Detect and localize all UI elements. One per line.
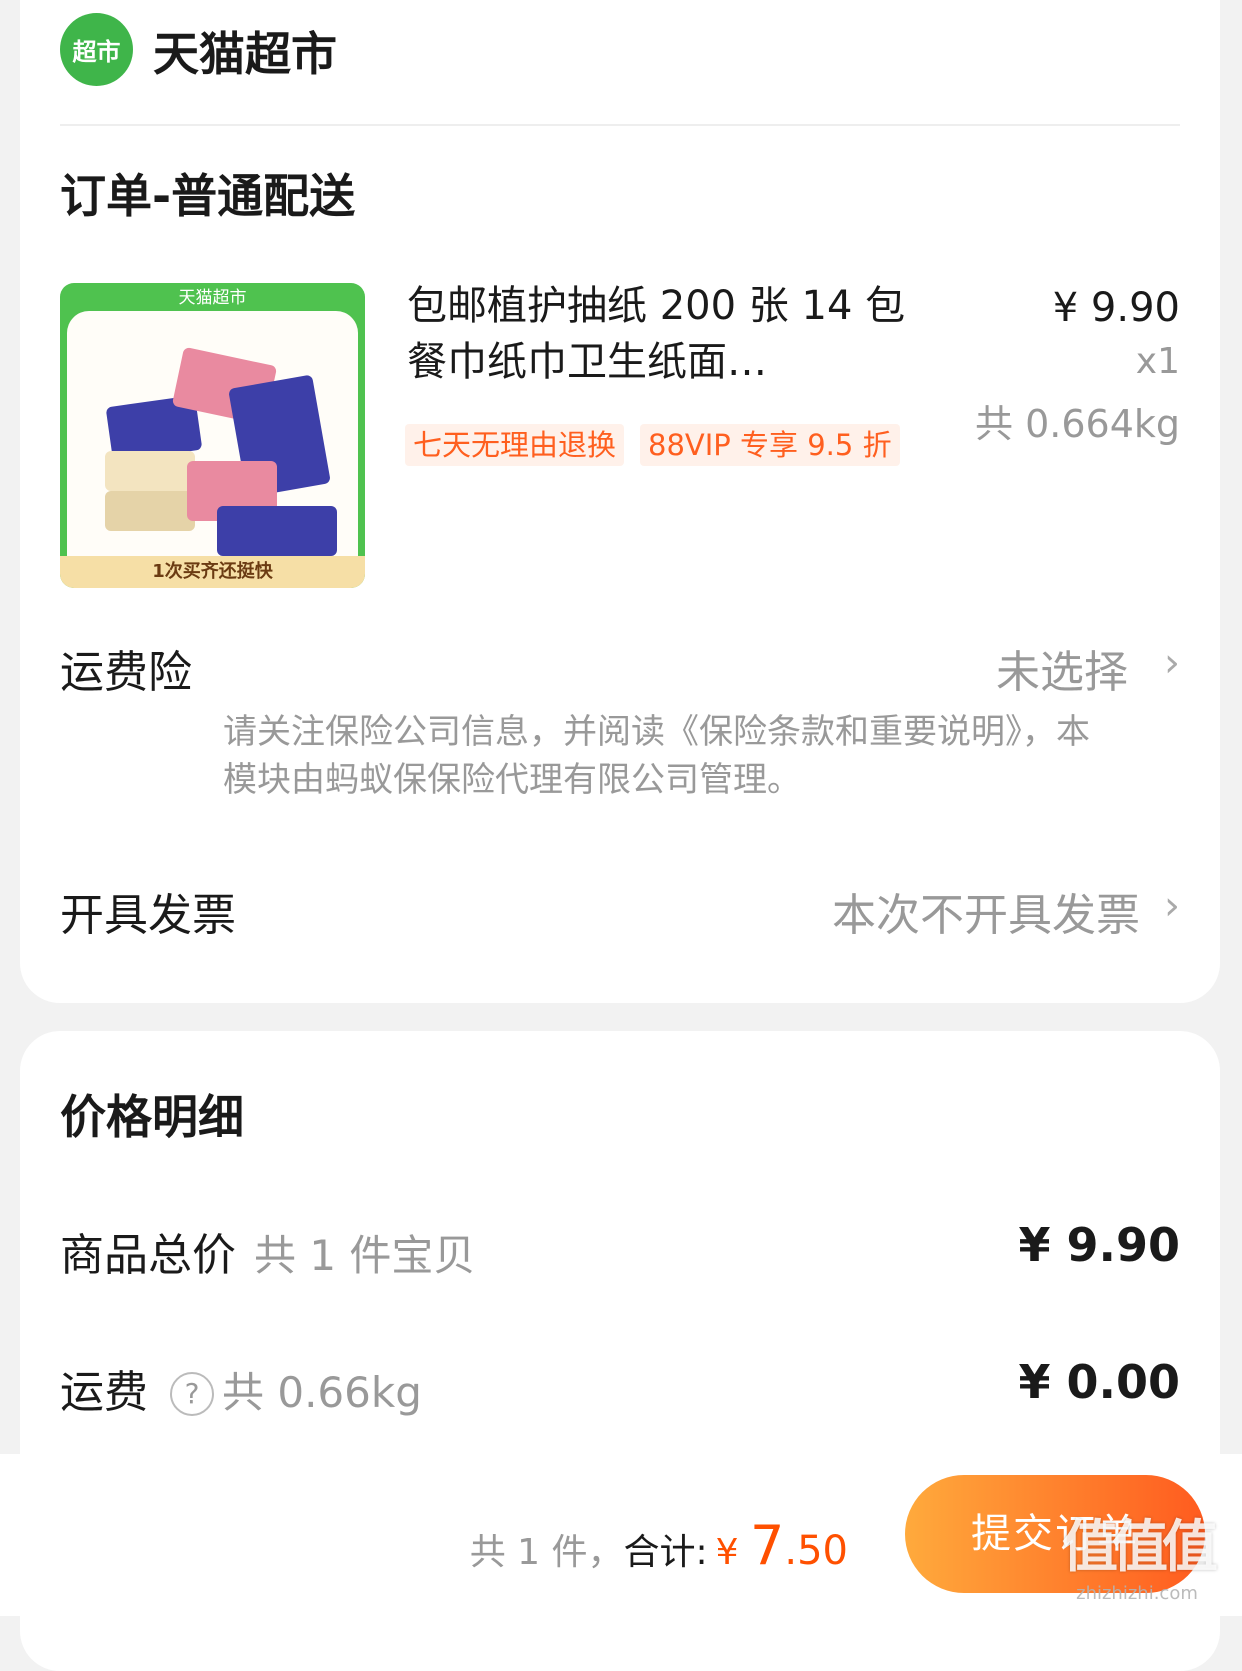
help-circle-icon[interactable]: ? bbox=[170, 1372, 214, 1416]
total-label: 合计: bbox=[623, 1532, 708, 1573]
tag-return-policy[interactable]: 七天无理由退换 bbox=[405, 424, 625, 466]
tissue-pack bbox=[105, 451, 195, 491]
bottom-bar: 共 1 件，合计: ¥ 7.50 提交订单 值值值 zhizhizhi.com bbox=[0, 1454, 1242, 1616]
shipping-weight: 共 0.66kg bbox=[222, 1368, 422, 1417]
order-section-title: 订单-普通配送 bbox=[60, 169, 356, 223]
total-amount-integer: 7 bbox=[750, 1514, 785, 1577]
goods-total-label: 商品总价 bbox=[60, 1230, 236, 1281]
product-title[interactable]: 包邮植护抽纸 200 张 14 包餐巾纸巾卫生纸面… bbox=[407, 278, 912, 390]
goods-count: 共 1 件宝贝 bbox=[254, 1231, 476, 1280]
chevron-right-icon[interactable]: › bbox=[1164, 883, 1180, 929]
item-count: 共 1 件， bbox=[469, 1532, 624, 1573]
shop-name[interactable]: 天猫超市 bbox=[153, 18, 337, 84]
tissue-pack bbox=[105, 491, 195, 531]
order-card: 超市 天猫超市 订单-普通配送 天猫超市 1次买齐还挺快 包邮植护抽纸 200 … bbox=[20, 0, 1220, 1003]
order-summary: 共 1 件，合计: ¥ 7.50 bbox=[470, 1514, 848, 1577]
tag-88vip[interactable]: 88VIP 专享 9.5 折 bbox=[640, 424, 900, 466]
price-detail-title: 价格明细 bbox=[60, 1090, 244, 1144]
tissue-pack bbox=[217, 506, 337, 556]
invoice-label[interactable]: 开具发票 bbox=[60, 879, 236, 943]
quantity: x1 bbox=[1135, 341, 1180, 382]
product-image-banner-bottom: 1次买齐还挺快 bbox=[60, 556, 365, 588]
goods-total-value: ¥ 9.90 bbox=[1018, 1218, 1180, 1272]
product-weight: 共 0.664kg bbox=[975, 402, 1180, 446]
product-tags: 七天无理由退换 88VIP 专享 9.5 折 bbox=[405, 424, 940, 466]
insurance-notice[interactable]: 请关注保险公司信息，并阅读《保险条款和重要说明》，本模块由蚂蚁保保险代理有限公司… bbox=[223, 708, 1123, 804]
watermark-logo: 值值值 bbox=[1062, 1515, 1218, 1580]
divider bbox=[60, 124, 1180, 126]
chevron-right-icon[interactable]: › bbox=[1164, 640, 1180, 686]
watermark: 值值值 zhizhizhi.com bbox=[1062, 1502, 1218, 1604]
shipping-insurance-label[interactable]: 运费险 bbox=[60, 636, 192, 700]
total-amount-decimal: .50 bbox=[784, 1528, 848, 1574]
shipping-fee-value: ¥ 0.00 bbox=[1018, 1355, 1180, 1409]
invoice-value[interactable]: 本次不开具发票 bbox=[832, 879, 1140, 943]
shipping-insurance-value[interactable]: 未选择 bbox=[996, 636, 1128, 700]
shop-logo[interactable]: 超市 bbox=[60, 13, 133, 86]
watermark-url: zhizhizhi.com bbox=[1076, 1583, 1198, 1604]
product-image[interactable]: 天猫超市 1次买齐还挺快 bbox=[60, 283, 365, 588]
goods-total-row: 商品总价共 1 件宝贝 bbox=[60, 1219, 475, 1283]
unit-price: ¥ 9.90 bbox=[1052, 285, 1180, 331]
shipping-fee-row: 运费? 共 0.66kg bbox=[60, 1356, 422, 1420]
shipping-fee-label: 运费 bbox=[60, 1367, 148, 1418]
product-image-canvas bbox=[67, 311, 358, 558]
product-image-banner-top: 天猫超市 bbox=[178, 288, 247, 308]
currency-symbol: ¥ bbox=[715, 1532, 739, 1573]
